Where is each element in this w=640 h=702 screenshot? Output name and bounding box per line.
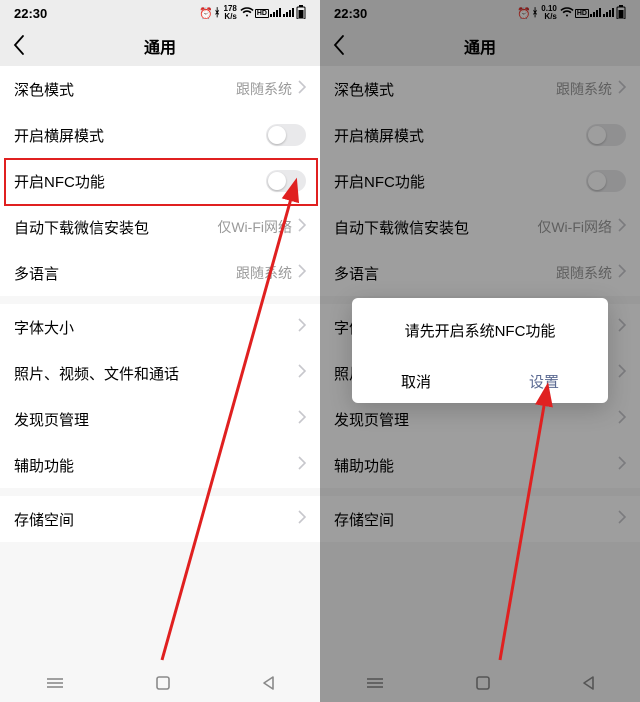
row-storage[interactable]: 存储空间: [0, 496, 320, 542]
page-header: 通用: [0, 26, 320, 66]
nfc-dialog: 请先开启系统NFC功能 取消 设置: [352, 298, 608, 403]
signal-icon-1: [270, 7, 282, 20]
chevron-right-icon: [298, 364, 306, 382]
row-label: 字体大小: [14, 317, 74, 338]
phone-left: 22:30 ⏰ ᚼ 178K/s HD: [0, 0, 320, 702]
row-label: 开启横屏模式: [14, 125, 104, 146]
row-language[interactable]: 多语言 跟随系统: [0, 250, 320, 296]
back-button[interactable]: [12, 34, 26, 61]
page-title: 通用: [144, 34, 176, 58]
chevron-right-icon: [298, 456, 306, 474]
battery-icon: [296, 5, 306, 22]
chevron-right-icon: [298, 264, 306, 282]
chevron-right-icon: [298, 410, 306, 428]
status-icons: ⏰ ᚼ 178K/s HD: [199, 5, 306, 22]
hd-icon: HD: [255, 9, 269, 18]
dialog-message: 请先开启系统NFC功能: [352, 298, 608, 359]
nav-home-icon[interactable]: [155, 675, 171, 691]
row-label: 照片、视频、文件和通话: [14, 363, 179, 384]
toggle-nfc[interactable]: [266, 170, 306, 192]
row-font-size[interactable]: 字体大小: [0, 304, 320, 350]
status-bar: 22:30 ⏰ ᚼ 178K/s HD: [0, 0, 320, 26]
chevron-right-icon: [298, 510, 306, 528]
row-dark-mode[interactable]: 深色模式 跟随系统: [0, 66, 320, 112]
row-accessibility[interactable]: 辅助功能: [0, 442, 320, 488]
settings-list: 深色模式 跟随系统 开启横屏模式 开启NFC功能 自动下载微信安装包 仅Wi-F…: [0, 66, 320, 542]
row-label: 存储空间: [14, 509, 74, 530]
chevron-right-icon: [298, 318, 306, 336]
row-label: 发现页管理: [14, 409, 89, 430]
system-navbar: [0, 664, 320, 702]
row-label: 自动下载微信安装包: [14, 217, 149, 238]
row-label: 开启NFC功能: [14, 171, 105, 192]
nav-recent-icon[interactable]: [45, 676, 65, 690]
row-value: 跟随系统: [236, 79, 292, 99]
row-discover[interactable]: 发现页管理: [0, 396, 320, 442]
wifi-icon: [240, 7, 254, 20]
chevron-right-icon: [298, 218, 306, 236]
row-value: 跟随系统: [236, 263, 292, 283]
row-label: 多语言: [14, 263, 59, 284]
row-value: 仅Wi-Fi网络: [217, 217, 292, 237]
alarm-icon: ⏰: [199, 7, 213, 20]
net-speed: 178K/s: [224, 5, 237, 21]
phone-right: 22:30 ⏰ ᚼ 0.10K/s HD: [320, 0, 640, 702]
toggle-landscape[interactable]: [266, 124, 306, 146]
signal-icon-2: [283, 7, 295, 20]
row-media[interactable]: 照片、视频、文件和通话: [0, 350, 320, 396]
dialog-cancel-button[interactable]: 取消: [352, 359, 480, 403]
row-landscape[interactable]: 开启横屏模式: [0, 112, 320, 158]
status-time: 22:30: [14, 6, 47, 21]
dialog-settings-button[interactable]: 设置: [480, 359, 608, 403]
row-label: 辅助功能: [14, 455, 74, 476]
row-label: 深色模式: [14, 79, 74, 100]
row-auto-download[interactable]: 自动下载微信安装包 仅Wi-Fi网络: [0, 204, 320, 250]
row-nfc[interactable]: 开启NFC功能: [0, 158, 320, 204]
chevron-right-icon: [298, 80, 306, 98]
nav-back-icon[interactable]: [261, 675, 275, 691]
bluetooth-icon: ᚼ: [214, 7, 221, 19]
